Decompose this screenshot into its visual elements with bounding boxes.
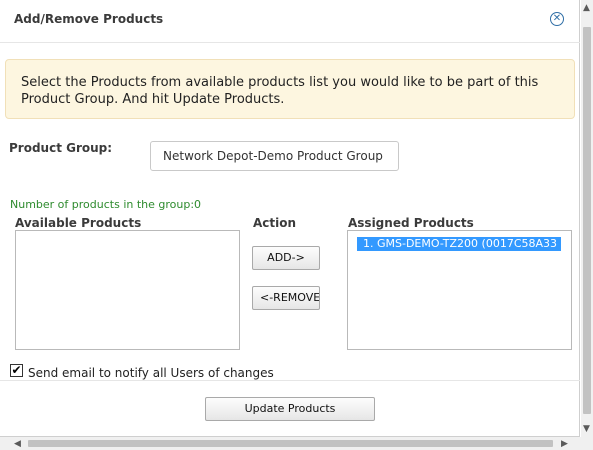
add-remove-products-dialog: Add/Remove Products ✕ Select the Product…	[0, 0, 580, 437]
dialog-title: Add/Remove Products	[14, 12, 164, 26]
product-group-field[interactable]: Network Depot-Demo Product Group	[150, 141, 399, 171]
available-products-label: Available Products	[15, 216, 142, 230]
instructions-notice: Select the Products from available produ…	[5, 59, 575, 119]
add-button[interactable]: ADD->	[252, 246, 320, 270]
scroll-left-icon[interactable]: ◀	[14, 439, 21, 449]
assigned-products-list[interactable]: 1. GMS-DEMO-TZ200 (0017C58A33	[347, 230, 572, 350]
horizontal-scrollbar[interactable]: ◀ ▶	[0, 437, 593, 450]
action-label: Action	[253, 216, 297, 230]
assigned-products-label: Assigned Products	[348, 216, 474, 230]
product-group-label: Product Group:	[9, 141, 113, 155]
product-count-text: Number of products in the group:0	[10, 198, 202, 211]
list-item[interactable]: 1. GMS-DEMO-TZ200 (0017C58A33	[357, 237, 561, 251]
vertical-scroll-thumb[interactable]	[583, 27, 591, 414]
scroll-up-icon[interactable]: ▲	[583, 3, 590, 13]
remove-button[interactable]: <-REMOVE	[252, 286, 320, 310]
close-icon[interactable]: ✕	[550, 12, 564, 26]
scroll-down-icon[interactable]: ▼	[583, 424, 590, 434]
horizontal-scroll-thumb[interactable]	[28, 440, 553, 447]
checkmark-icon: ✔	[11, 363, 22, 377]
notify-checkbox[interactable]: ✔	[10, 364, 23, 377]
scroll-right-icon[interactable]: ▶	[561, 439, 568, 449]
available-products-list[interactable]	[15, 230, 240, 350]
title-divider	[0, 42, 580, 43]
notify-label: Send email to notify all Users of change…	[28, 366, 274, 380]
vertical-scrollbar[interactable]: ▲ ▼	[581, 0, 593, 437]
footer-divider	[0, 380, 580, 381]
update-products-button[interactable]: Update Products	[205, 397, 375, 421]
